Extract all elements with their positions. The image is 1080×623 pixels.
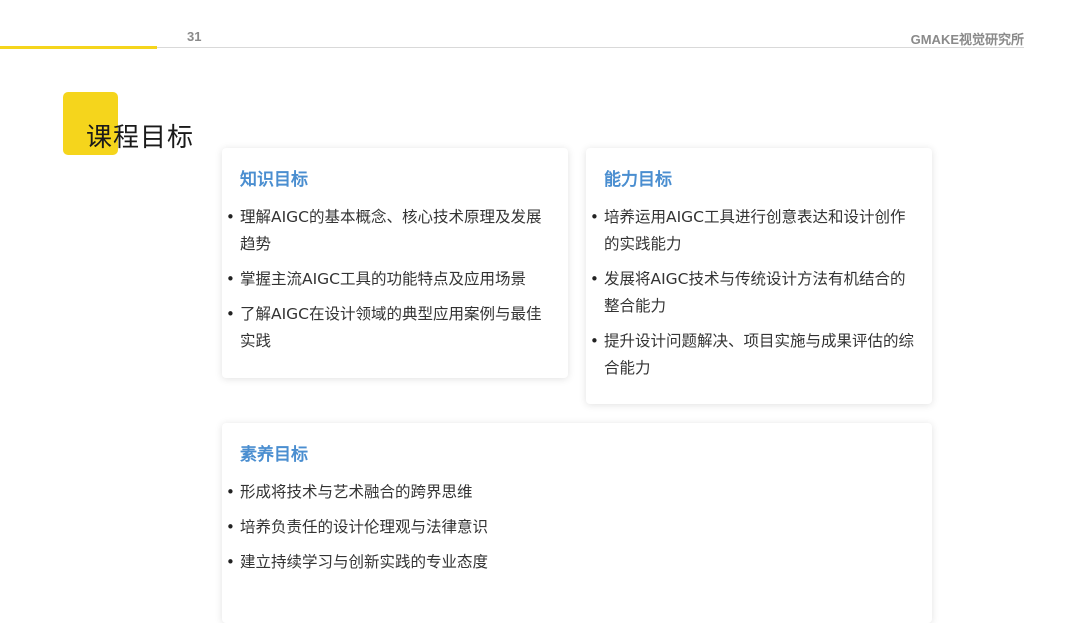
bullet-icon: •	[590, 332, 599, 350]
goal-list: • 培养运用AIGC工具进行创意表达和设计创作的实践能力 • 发展将AIGC技术与传…	[590, 204, 915, 382]
list-item-text: 理解AIGC的基本概念、核心技术原理及发展趋势	[240, 208, 542, 253]
list-item: • 形成将技术与艺术融合的跨界思维	[226, 479, 914, 506]
accent-line	[0, 46, 157, 49]
card-title: 能力目标	[604, 170, 672, 190]
bullet-icon: •	[226, 483, 235, 501]
bullet-icon: •	[226, 270, 235, 288]
bullet-icon: •	[226, 553, 235, 571]
brand-label: GMAKE视觉研究所	[910, 32, 1024, 47]
page-title: 课程目标	[86, 123, 195, 153]
bullet-icon: •	[226, 305, 235, 323]
list-item: • 培养负责任的设计伦理观与法律意识	[226, 514, 914, 541]
card-title: 素养目标	[240, 445, 308, 465]
list-item-text: 形成将技术与艺术融合的跨界思维	[240, 483, 473, 501]
list-item: • 理解AIGC的基本概念、核心技术原理及发展趋势	[226, 204, 550, 258]
list-item: • 了解AIGC在设计领域的典型应用案例与最佳实践	[226, 301, 550, 355]
list-item-text: 掌握主流AIGC工具的功能特点及应用场景	[240, 270, 527, 288]
goal-list: • 形成将技术与艺术融合的跨界思维 • 培养负责任的设计伦理观与法律意识 • 建立持续…	[226, 479, 914, 576]
list-item: • 培养运用AIGC工具进行创意表达和设计创作的实践能力	[590, 204, 914, 258]
list-item: • 发展将AIGC技术与传统设计方法有机结合的整合能力	[590, 266, 914, 320]
list-item-text: 了解AIGC在设计领域的典型应用案例与最佳实践	[240, 305, 542, 350]
list-item: • 掌握主流AIGC工具的功能特点及应用场景	[226, 266, 550, 293]
list-item-text: 培养负责任的设计伦理观与法律意识	[240, 518, 489, 536]
card-literacy: 素养目标 • 形成将技术与艺术融合的跨界思维 • 培养负责任的设计伦理观与法律意识 …	[222, 423, 932, 623]
card-knowledge: 知识目标 • 理解AIGC的基本概念、核心技术原理及发展趋势 • 掌握主流AIGC工…	[222, 148, 568, 378]
card-ability: 能力目标 • 培养运用AIGC工具进行创意表达和设计创作的实践能力 • 发展将AIG…	[586, 148, 932, 404]
list-item: • 提升设计问题解决、项目实施与成果评估的综合能力	[590, 328, 915, 382]
header-divider	[157, 47, 1024, 48]
bullet-icon: •	[590, 270, 599, 288]
goal-list: • 理解AIGC的基本概念、核心技术原理及发展趋势 • 掌握主流AIGC工具的功能特…	[226, 204, 550, 355]
page-number: 31	[187, 29, 202, 44]
list-item-text: 提升设计问题解决、项目实施与成果评估的综合能力	[604, 332, 915, 377]
list-item-text: 发展将AIGC技术与传统设计方法有机结合的整合能力	[604, 270, 906, 315]
list-item: • 建立持续学习与创新实践的专业态度	[226, 549, 914, 576]
list-item-text: 建立持续学习与创新实践的专业态度	[240, 553, 489, 571]
bullet-icon: •	[590, 208, 599, 226]
card-title: 知识目标	[240, 170, 308, 190]
bullet-icon: •	[226, 518, 235, 536]
list-item-text: 培养运用AIGC工具进行创意表达和设计创作的实践能力	[604, 208, 906, 253]
bullet-icon: •	[226, 208, 235, 226]
